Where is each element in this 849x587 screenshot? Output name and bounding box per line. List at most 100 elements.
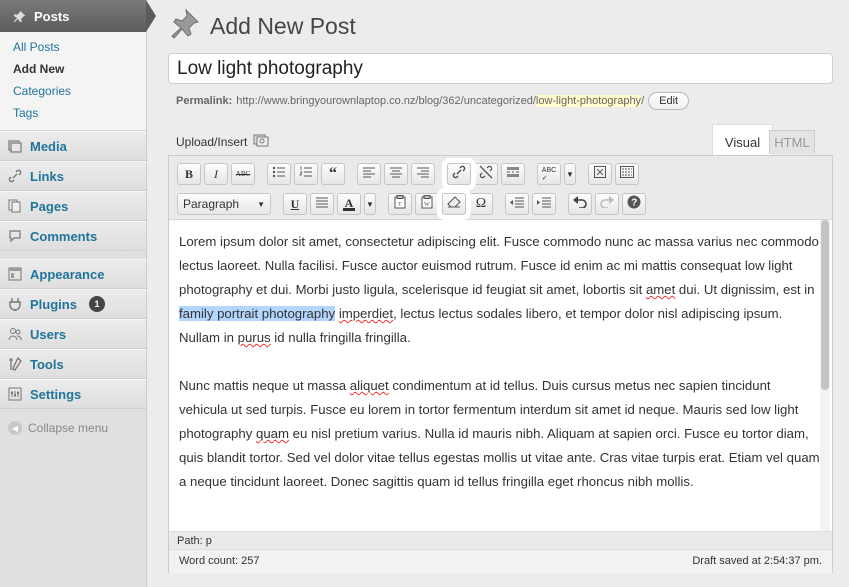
sidebar-item-label: Links [30, 168, 64, 184]
paste-word-icon: W [421, 195, 433, 213]
sidebar-item-pages[interactable]: Pages [0, 191, 146, 221]
spellcheck-dropdown-icon[interactable]: ▼ [564, 163, 576, 185]
help-button[interactable]: ? [622, 193, 646, 215]
collapse-menu-button[interactable]: ◀ Collapse menu [0, 409, 146, 447]
underline-button[interactable]: U [283, 193, 307, 215]
upload-insert-label: Upload/Insert [176, 134, 248, 149]
numbered-list-button[interactable] [294, 163, 318, 185]
edit-permalink-button[interactable]: Edit [648, 92, 690, 110]
undo-icon [573, 196, 587, 212]
bold-button[interactable]: B [177, 163, 201, 185]
misspelled-word: imperdiet [338, 306, 394, 321]
text-color-button[interactable]: A [337, 193, 361, 215]
remove-formatting-button[interactable] [442, 193, 466, 215]
selected-text: family portrait photography [179, 306, 336, 321]
sidebar-item-posts[interactable]: Posts [0, 0, 156, 32]
spellcheck-button[interactable]: ABC ✓ [537, 163, 561, 185]
editor-status-bar: Word count: 257 Draft saved at 2:54:37 p… [169, 549, 832, 573]
collapse-menu-label: Collapse menu [28, 421, 109, 435]
text-color-dropdown-icon[interactable]: ▼ [364, 193, 376, 215]
submenu-add-new[interactable]: Add New [0, 58, 146, 80]
kitchen-sink-button[interactable] [615, 163, 639, 185]
comments-icon [6, 227, 24, 245]
insert-more-button[interactable] [501, 163, 525, 185]
align-right-button[interactable] [411, 163, 435, 185]
pushpin-icon [10, 7, 28, 25]
sidebar-item-label: Comments [30, 228, 98, 244]
align-center-button[interactable] [384, 163, 408, 185]
strikethrough-button[interactable]: ABC [231, 163, 255, 185]
submenu-categories[interactable]: Categories [0, 80, 146, 102]
justify-icon [316, 197, 328, 212]
editor-toolbar: B I ABC “ ABC ✓ ▼ Paragraph ▼ U A ▼ T W … [169, 156, 832, 220]
bullet-list-button[interactable] [267, 163, 291, 185]
svg-text:T: T [398, 202, 402, 208]
sidebar-item-label: Users [30, 326, 67, 342]
sidebar-item-comments[interactable]: Comments [0, 221, 146, 251]
undo-button[interactable] [568, 193, 592, 215]
links-icon [6, 167, 24, 185]
settings-icon [6, 385, 24, 403]
submenu-all-posts[interactable]: All Posts [0, 36, 146, 58]
media-icon [6, 137, 24, 155]
outdent-button[interactable] [505, 193, 529, 215]
paste-text-icon: T [394, 195, 406, 213]
insert-link-button[interactable] [447, 163, 471, 185]
sidebar-item-appearance[interactable]: Appearance [0, 259, 146, 289]
bullet-list-icon [272, 166, 286, 182]
sidebar-item-label: Plugins [30, 296, 77, 312]
sidebar-item-label: Settings [30, 386, 82, 402]
editor-scrollbar[interactable] [820, 220, 830, 531]
posts-submenu: All Posts Add New Categories Tags [0, 32, 146, 131]
sidebar-item-plugins[interactable]: Plugins 1 [0, 289, 146, 319]
misspelled-word: purus [237, 330, 271, 345]
plugins-icon [6, 295, 24, 313]
scrollbar-thumb[interactable] [821, 220, 829, 390]
sidebar-item-settings[interactable]: Settings [0, 379, 146, 409]
permalink-label: Permalink: [176, 95, 233, 107]
sidebar-item-media[interactable]: Media [0, 131, 146, 161]
align-center-icon [390, 167, 402, 182]
align-right-icon [417, 167, 429, 182]
misspelled-word: quam [256, 426, 289, 441]
sidebar-item-tools[interactable]: Tools [0, 349, 146, 379]
chevron-down-icon: ▼ [257, 199, 265, 209]
post-editor: B I ABC “ ABC ✓ ▼ Paragraph ▼ U A ▼ T W … [168, 155, 833, 573]
paste-word-button[interactable]: W [415, 193, 439, 215]
sidebar-item-label: Appearance [30, 266, 105, 282]
tab-html[interactable]: HTML [769, 130, 815, 154]
blockquote-button[interactable]: “ [321, 163, 345, 185]
eraser-icon [447, 196, 461, 212]
paste-text-button[interactable]: T [388, 193, 412, 215]
post-title-input[interactable] [168, 53, 833, 84]
sidebar-item-users[interactable]: Users [0, 319, 146, 349]
outdent-icon [510, 197, 524, 212]
editor-path: Path: p [169, 531, 832, 549]
tools-icon [6, 355, 24, 373]
align-left-button[interactable] [357, 163, 381, 185]
editor-content[interactable]: Lorem ipsum dolor sit amet, consectetur … [169, 220, 832, 531]
plugin-update-count-badge: 1 [88, 296, 105, 312]
justify-button[interactable] [310, 193, 334, 215]
sidebar-item-label: Posts [34, 8, 70, 24]
permalink-slug[interactable]: low-light-photography [535, 95, 642, 107]
redo-button[interactable] [595, 193, 619, 215]
unlink-button[interactable] [474, 163, 498, 185]
submenu-tags[interactable]: Tags [0, 102, 146, 124]
format-select[interactable]: Paragraph ▼ [177, 193, 271, 215]
sidebar-item-label: Media [30, 138, 67, 154]
upload-insert[interactable]: Upload/Insert [176, 133, 269, 150]
special-character-button[interactable]: Ω [469, 193, 493, 215]
sidebar-item-links[interactable]: Links [0, 161, 146, 191]
redo-icon [600, 196, 614, 212]
unlink-icon [479, 165, 493, 183]
indent-button[interactable] [532, 193, 556, 215]
fullscreen-button[interactable] [588, 163, 612, 185]
paragraph-2: Nunc mattis neque ut massa aliquet condi… [179, 378, 820, 489]
sidebar-item-label: Pages [30, 198, 69, 214]
svg-text:W: W [424, 202, 430, 208]
kitchen-sink-icon [620, 166, 634, 182]
italic-button[interactable]: I [204, 163, 228, 185]
svg-text:?: ? [631, 198, 637, 209]
add-media-icon[interactable] [253, 133, 269, 150]
